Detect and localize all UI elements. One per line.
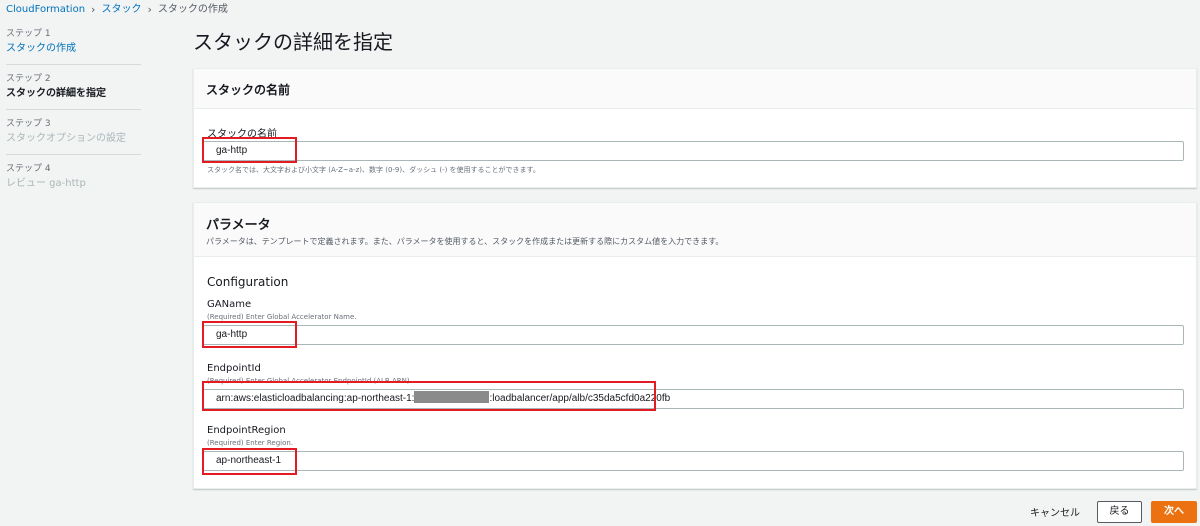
step-title-create-stack[interactable]: スタックの作成 xyxy=(6,41,141,56)
endpointregion-label: EndpointRegion xyxy=(207,425,286,436)
step-number: ステップ 4 xyxy=(6,164,51,174)
footer-actions: キャンセル 戻る 次へ xyxy=(0,501,1200,523)
panel-title: スタックの名前 xyxy=(206,83,291,97)
step-number: ステップ 2 xyxy=(6,74,51,84)
endpointid-value-prefix: arn:aws:elasticloadbalancing:ap-northeas… xyxy=(216,393,415,404)
breadcrumb-cloudformation[interactable]: CloudFormation xyxy=(6,2,85,18)
breadcrumb-stacks[interactable]: スタック xyxy=(101,2,141,18)
panel-description: パラメータは、テンプレートで定義されます。また、パラメータを使用すると、スタック… xyxy=(206,237,724,246)
parameters-panel: パラメータ パラメータは、テンプレートで定義されます。また、パラメータを使用する… xyxy=(193,202,1197,489)
page-title: スタックの詳細を指定 xyxy=(193,30,393,54)
endpointid-label: EndpointId xyxy=(207,363,261,374)
step-3: ステップ 3 スタックオプションの設定 xyxy=(6,118,141,155)
step-1: ステップ 1 スタックの作成 xyxy=(6,28,141,65)
chevron-right-icon: › xyxy=(147,3,152,16)
stack-name-label: スタックの名前 xyxy=(207,129,277,140)
stack-name-input[interactable]: ga-http xyxy=(202,141,1184,161)
config-heading: Configuration xyxy=(207,275,289,289)
redacted-account-id xyxy=(414,391,490,404)
step-title-review: レビュー ga-http xyxy=(6,178,86,189)
endpointid-value-suffix: :loadbalancer/app/alb/c35da5cfd0a220fb xyxy=(489,393,671,404)
chevron-right-icon: › xyxy=(91,3,96,16)
step-2: ステップ 2 スタックの詳細を指定 xyxy=(6,73,141,110)
endpointregion-input[interactable]: ap-northeast-1 xyxy=(202,451,1184,471)
panel-title: パラメータ xyxy=(206,218,271,233)
step-number: ステップ 1 xyxy=(6,29,51,39)
ganame-input[interactable]: ga-http xyxy=(202,325,1184,345)
wizard-steps: ステップ 1 スタックの作成 ステップ 2 スタックの詳細を指定 ステップ 3 … xyxy=(6,28,141,207)
endpointid-input[interactable]: arn:aws:elasticloadbalancing:ap-northeas… xyxy=(202,389,1184,409)
back-button[interactable]: 戻る xyxy=(1097,501,1142,523)
step-4: ステップ 4 レビュー ga-http xyxy=(6,163,141,199)
ganame-label: GAName xyxy=(207,299,252,310)
cancel-button[interactable]: キャンセル xyxy=(1030,504,1080,519)
step-title-stack-options: スタックオプションの設定 xyxy=(6,133,126,144)
endpointid-hint: (Required) Enter Global Accelerator Endp… xyxy=(207,377,412,385)
panel-header: スタックの名前 xyxy=(194,69,1196,109)
panel-header: パラメータ パラメータは、テンプレートで定義されます。また、パラメータを使用する… xyxy=(194,203,1196,257)
breadcrumb-create-stack: スタックの作成 xyxy=(157,4,228,15)
stack-name-hint: スタック名では、大文字および小文字 (A-Z~a-z)、数字 (0-9)、ダッシ… xyxy=(207,166,540,174)
step-number: ステップ 3 xyxy=(6,119,51,129)
stack-name-panel: スタックの名前 スタックの名前 ga-http スタック名では、大文字および小文… xyxy=(193,68,1197,188)
endpointregion-hint: (Required) Enter Region. xyxy=(207,439,294,447)
step-title-specify-details: スタックの詳細を指定 xyxy=(6,88,106,99)
next-button[interactable]: 次へ xyxy=(1151,501,1197,523)
ganame-hint: (Required) Enter Global Accelerator Name… xyxy=(207,313,357,321)
breadcrumb: CloudFormation › スタック › スタックの作成 xyxy=(6,2,228,18)
